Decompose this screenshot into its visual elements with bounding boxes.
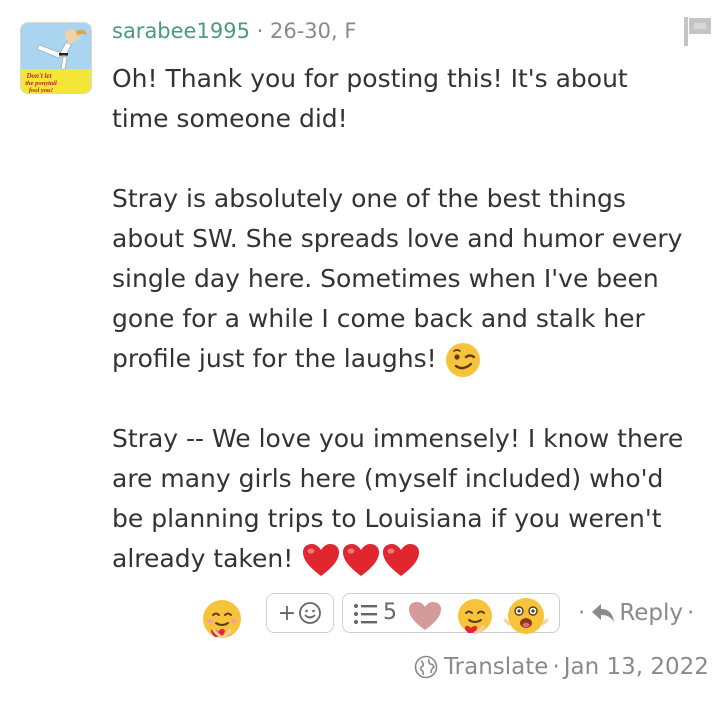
comment-paragraph-3: Stray -- We love you immensely! I know t…	[112, 419, 712, 579]
text-line: gone for a while I come back and stalk h…	[112, 304, 645, 333]
comment-footer: Translate · Jan 13, 2022	[414, 652, 709, 682]
globe-icon	[414, 655, 438, 679]
date-separator: ·	[552, 654, 560, 680]
text-line: time someone did!	[112, 104, 348, 133]
pink-heart-icon	[409, 602, 441, 630]
comment-date: Jan 13, 2022	[563, 654, 709, 680]
reply-suffix: ·	[687, 600, 695, 626]
excited-face-icon	[503, 598, 549, 634]
red-heart-icon	[303, 544, 340, 576]
red-heart-icon	[383, 544, 420, 576]
text-line: are many girls here (myself included) wh…	[112, 464, 664, 493]
reply-group: · Reply ·	[578, 598, 694, 628]
report-flag-icon[interactable]	[680, 14, 714, 48]
avatar-caption-line-1: Don't let	[25, 72, 52, 80]
karate-girl-avatar-icon: Don't let the ponytail fool you!	[21, 23, 91, 94]
username-link[interactable]: sarabee1995	[112, 19, 250, 43]
text-line: be planning trips to Louisiana if you we…	[112, 504, 662, 533]
text-line: Oh! Thank you for posting this! It's abo…	[112, 64, 628, 93]
avatar[interactable]: Don't let the ponytail fool you!	[20, 22, 92, 94]
text-line: Stray -- We love you immensely! I know t…	[112, 424, 684, 453]
avatar-caption-line-3: fool you!	[29, 87, 54, 94]
text-line: profile just for the laughs!	[112, 344, 437, 373]
reply-arrow-icon[interactable]	[591, 602, 615, 624]
hugging-face-icon	[458, 599, 492, 635]
age-gender: 26-30, F	[270, 19, 357, 43]
reply-button[interactable]: Reply	[619, 598, 683, 628]
text-line: about SW. She spreads love and humor eve…	[112, 224, 683, 253]
comment-header: sarabee1995 · 26-30, F	[112, 16, 356, 46]
reactions-summary-button[interactable]: 5	[342, 593, 560, 635]
comment-actions: + 5 · Reply ·	[0, 590, 720, 650]
add-reaction-plus: +	[277, 600, 297, 626]
list-icon	[354, 604, 377, 624]
text-line-with-emoji: profile just for the laughs!	[112, 339, 712, 379]
smiley-icon	[299, 602, 322, 624]
hugging-face-reaction-icon[interactable]	[198, 597, 246, 645]
header-separator: ·	[256, 19, 264, 43]
reaction-count: 5	[383, 600, 397, 625]
text-line: single day here. Sometimes when I've bee…	[112, 264, 659, 293]
text-line: already taken!	[112, 544, 294, 573]
reply-prefix: ·	[578, 600, 586, 626]
red-heart-icon	[343, 544, 380, 576]
text-line-with-emoji: already taken!	[112, 539, 712, 579]
text-line: Stray is absolutely one of the best thin…	[112, 184, 626, 213]
avatar-caption-line-2: the ponytail	[25, 80, 57, 87]
winking-face-emoji-icon	[445, 343, 480, 377]
comment-body: Oh! Thank you for posting this! It's abo…	[112, 59, 712, 579]
comment-paragraph-1: Oh! Thank you for posting this! It's abo…	[112, 59, 712, 139]
add-reaction-button[interactable]: +	[266, 593, 334, 633]
comment-paragraph-2: Stray is absolutely one of the best thin…	[112, 179, 712, 379]
translate-button[interactable]: Translate	[444, 652, 548, 682]
